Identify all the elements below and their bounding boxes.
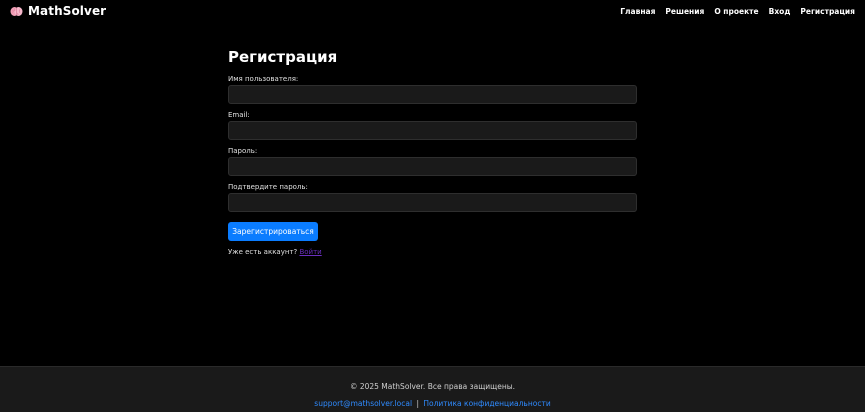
nav-link-register[interactable]: Регистрация (800, 7, 855, 16)
nav-link-solutions[interactable]: Решения (665, 7, 704, 16)
confirm-password-input[interactable] (228, 193, 637, 212)
support-email-link[interactable]: support@mathsolver.local (314, 399, 412, 408)
footer-copyright: © 2025 MathSolver. Все права защищены. (349, 382, 516, 391)
password-label: Пароль: (228, 147, 258, 155)
password-field-group: Пароль: (228, 147, 637, 176)
nav-link-home[interactable]: Главная (620, 7, 655, 16)
confirm-password-label: Подтвердите пароль: (228, 183, 308, 191)
username-input[interactable] (228, 85, 637, 104)
page-title: Регистрация (228, 48, 338, 66)
register-button[interactable]: Зарегистрироваться (228, 222, 318, 241)
email-label: Email: (228, 111, 250, 119)
footer-links: support@mathsolver.local | Политика конф… (0, 399, 865, 408)
brand-name: MathSolver (28, 4, 107, 18)
username-field-group: Имя пользователя: (228, 75, 637, 104)
login-prompt-line: Уже есть аккаунт? Войти (228, 248, 637, 256)
privacy-policy-link[interactable]: Политика конфиденциальности (423, 399, 550, 408)
nav-link-login[interactable]: Вход (769, 7, 791, 16)
login-link[interactable]: Войти (299, 248, 321, 256)
nav-link-about[interactable]: О проекте (714, 7, 758, 16)
main-nav: Главная Решения О проекте Вход Регистрац… (620, 7, 855, 16)
brand-logo-link[interactable]: MathSolver (10, 4, 106, 18)
brain-icon (10, 6, 23, 16)
footer-separator: | (416, 399, 419, 408)
email-field-group: Email: (228, 111, 637, 140)
login-prompt-text: Уже есть аккаунт? (228, 248, 298, 256)
page: MathSolver Главная Решения О проекте Вхо… (0, 0, 865, 412)
confirm-password-field-group: Подтвердите пароль: (228, 183, 637, 212)
email-input[interactable] (228, 121, 637, 140)
registration-form: Регистрация Имя пользователя: Email: Пар… (228, 48, 637, 256)
username-label: Имя пользователя: (228, 75, 299, 83)
password-input[interactable] (228, 157, 637, 176)
top-navbar: MathSolver Главная Решения О проекте Вхо… (0, 0, 865, 22)
page-footer: © 2025 MathSolver. Все права защищены. s… (0, 366, 865, 412)
